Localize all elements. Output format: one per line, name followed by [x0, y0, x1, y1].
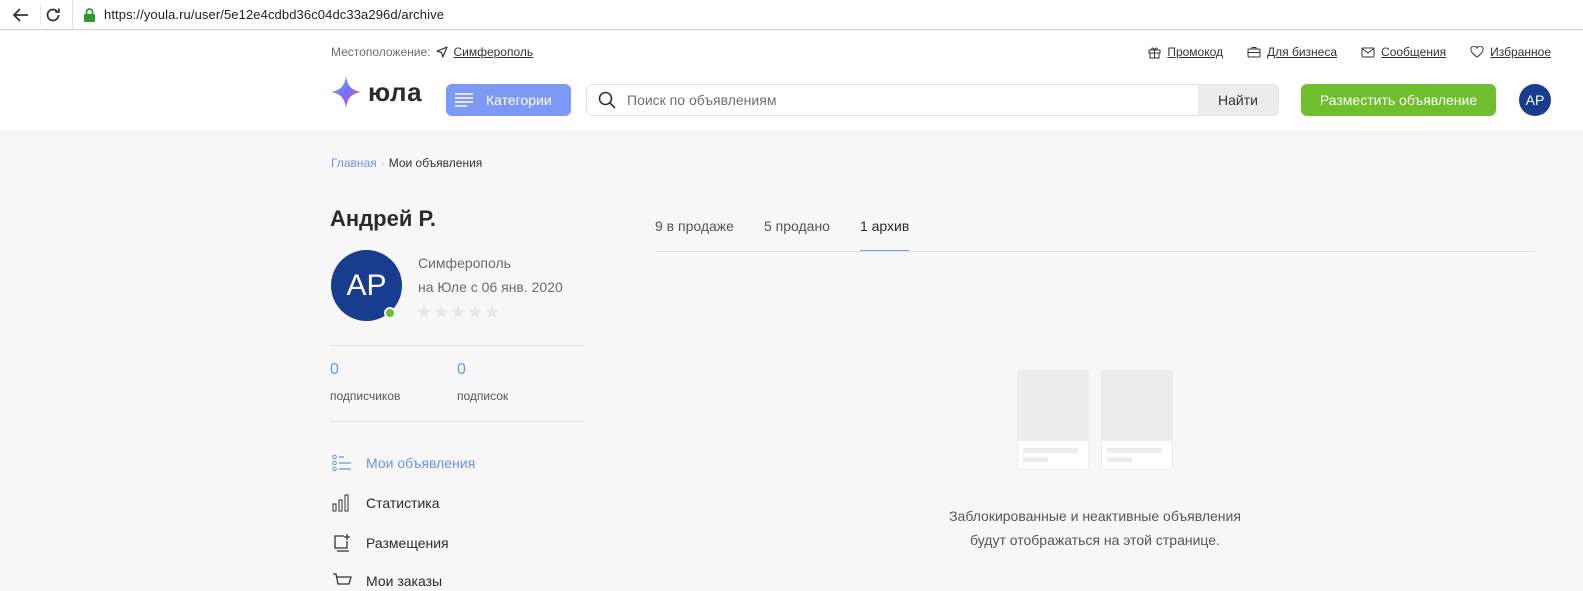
logo-star-icon	[331, 76, 361, 108]
lock-icon	[83, 7, 96, 22]
address-bar[interactable]: https://youla.ru/user/5e12e4cdbd36c04dc3…	[72, 0, 1583, 29]
sidebar-item-label: Мои объявления	[366, 455, 476, 471]
business-link[interactable]: Для бизнеса	[1247, 45, 1337, 59]
tab-on-sale[interactable]: 9 в продаже	[655, 218, 734, 252]
subscriptions-count[interactable]: 0	[457, 361, 466, 379]
breadcrumb-home-link[interactable]: Главная	[331, 156, 377, 170]
business-label: Для бизнеса	[1267, 45, 1338, 59]
sidebar-item-my-ads[interactable]: Мои объявления	[332, 454, 475, 472]
tab-archive[interactable]: 1 архив	[859, 218, 910, 252]
heart-icon	[1470, 46, 1484, 58]
favorites-label: Избранное	[1490, 45, 1551, 59]
logo-text: юла	[368, 76, 423, 107]
subscribers-label: подписчиков	[330, 389, 401, 403]
sidebar-item-statistics[interactable]: Статистика	[332, 494, 440, 512]
gift-icon	[1148, 47, 1161, 58]
user-avatar-button[interactable]: АР	[1519, 84, 1551, 116]
breadcrumb-current: Мои объявления	[388, 156, 483, 170]
subscribers-count[interactable]: 0	[330, 361, 339, 379]
envelope-icon	[1361, 47, 1375, 57]
categories-label: Категории	[486, 92, 552, 108]
placement-icon	[334, 534, 350, 552]
post-ad-button[interactable]: Разместить объявление	[1301, 84, 1496, 116]
search-bar: Найти	[586, 84, 1279, 116]
location-line: Местоположение: Симферополь	[331, 45, 533, 59]
profile-name: Андрей Р.	[330, 206, 436, 231]
nav-separator	[40, 4, 41, 26]
ads-tabs: 9 в продаже 5 продано 1 архив	[655, 218, 910, 252]
sidebar-item-placements[interactable]: Размещения	[332, 533, 449, 553]
browser-toolbar: https://youla.ru/user/5e12e4cdbd36c04dc3…	[0, 0, 1583, 30]
bar-chart-icon	[332, 494, 349, 512]
site-header: Местоположение: Симферополь Промокод Для…	[0, 31, 1583, 132]
logo[interactable]: юла	[330, 75, 422, 109]
list-icon	[332, 454, 351, 472]
briefcase-icon	[1247, 47, 1261, 58]
sidebar-item-orders[interactable]: Мои заказы	[332, 572, 442, 590]
online-status-indicator	[384, 307, 396, 319]
star-icon	[451, 305, 465, 318]
breadcrumb-separator: ·	[380, 156, 385, 170]
url-text[interactable]: https://youla.ru/user/5e12e4cdbd36c04dc3…	[104, 7, 444, 22]
favorites-link[interactable]: Избранное	[1470, 45, 1551, 59]
cart-icon	[333, 573, 352, 585]
search-button[interactable]: Найти	[1198, 85, 1278, 115]
promo-label: Промокод	[1167, 45, 1224, 59]
location-label: Местоположение:	[331, 45, 431, 59]
sidebar-item-label: Мои заказы	[366, 573, 443, 589]
empty-state-illustration	[1017, 370, 1173, 470]
search-icon	[587, 85, 627, 115]
top-links: Промокод Для бизнеса Сообщения Избранное	[1148, 45, 1551, 59]
profile-city: Симферополь	[418, 255, 511, 271]
subscriptions-label: подписок	[457, 389, 509, 403]
tab-sold[interactable]: 5 продано	[764, 218, 830, 252]
location-city: Симферополь	[453, 45, 534, 59]
profile-member-since: на Юле с 06 янв. 2020	[418, 279, 563, 295]
rating-stars	[417, 305, 499, 319]
sidebar-item-label: Статистика	[366, 495, 440, 511]
refresh-icon[interactable]	[42, 4, 64, 26]
divider	[330, 345, 585, 346]
location-arrow-icon	[436, 46, 449, 58]
categories-button[interactable]: Категории	[446, 84, 571, 116]
location-city-link[interactable]: Симферополь	[436, 45, 533, 59]
star-icon	[417, 305, 431, 318]
star-icon	[434, 305, 448, 318]
placeholder-card	[1017, 370, 1089, 470]
empty-state-text: Заблокированные и неактивные объявления …	[949, 508, 1241, 548]
messages-link[interactable]: Сообщения	[1361, 45, 1446, 59]
star-icon	[485, 305, 499, 318]
star-icon	[468, 305, 482, 318]
menu-icon	[455, 93, 473, 107]
promo-link[interactable]: Промокод	[1148, 45, 1223, 59]
back-arrow-icon[interactable]	[10, 4, 32, 26]
breadcrumb: Главная · Мои объявления	[331, 156, 482, 170]
divider	[330, 421, 585, 422]
sidebar-item-label: Размещения	[366, 535, 449, 551]
messages-label: Сообщения	[1381, 45, 1447, 59]
placeholder-card	[1101, 370, 1173, 470]
tabs-divider	[655, 251, 1535, 252]
search-input[interactable]	[627, 85, 1198, 115]
